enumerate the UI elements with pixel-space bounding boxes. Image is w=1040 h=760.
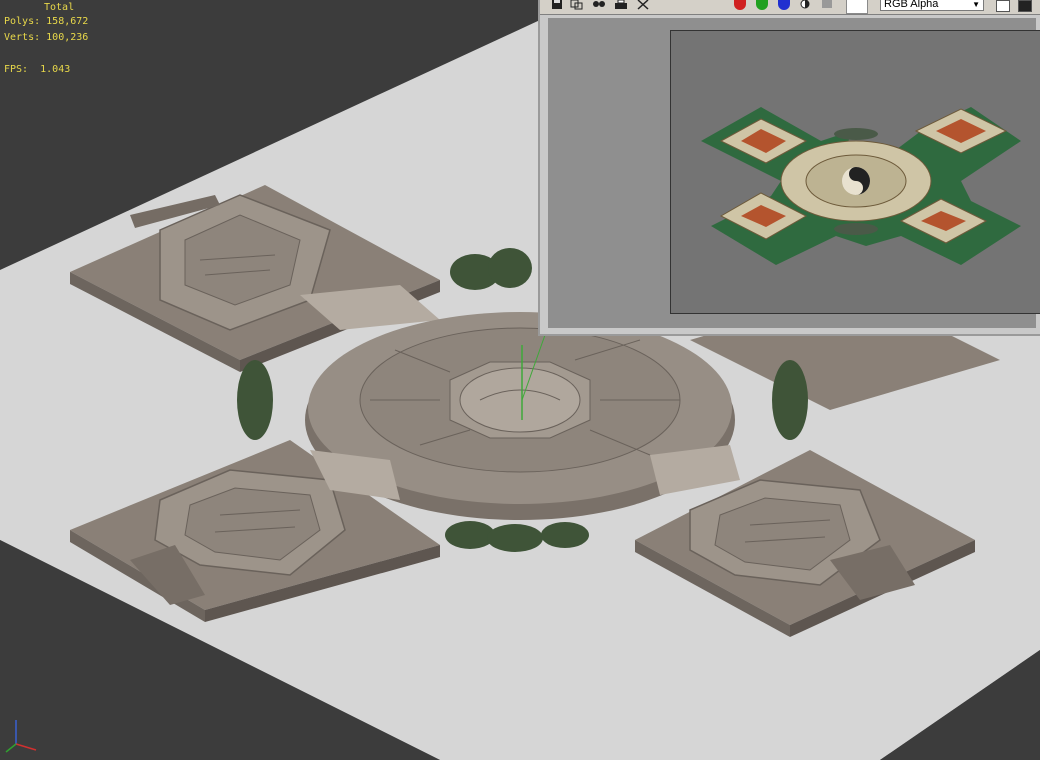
display-toggle-white[interactable] xyxy=(996,0,1010,12)
polys-value: 158,672 xyxy=(46,16,89,27)
render-frame xyxy=(670,30,1040,314)
verts-value: 100,236 xyxy=(46,32,89,43)
clear-icon[interactable] xyxy=(636,0,650,10)
fps-label: FPS: xyxy=(4,64,29,75)
stats-fps: FPS: 1.043 xyxy=(4,62,70,78)
stats-polys: Polys: 158,672 xyxy=(4,14,88,30)
verts-label: Verts: xyxy=(4,32,41,43)
channel-select[interactable]: RGB Alpha ▼ xyxy=(880,0,984,11)
alpha-channel-icon[interactable] xyxy=(798,0,812,10)
blue-channel-button[interactable] xyxy=(778,0,790,10)
display-toggle-dark[interactable] xyxy=(1018,0,1032,12)
chevron-down-icon: ▼ xyxy=(972,0,980,9)
clone-icon[interactable] xyxy=(570,0,584,10)
axis-gizmo-icon xyxy=(5,720,37,753)
rendered-image xyxy=(671,31,1040,313)
green-channel-button[interactable] xyxy=(756,0,768,10)
save-icon[interactable] xyxy=(550,0,564,10)
rendered-frame-window[interactable]: RGB Alpha ▼ xyxy=(538,0,1040,336)
red-channel-button[interactable] xyxy=(734,0,746,10)
mono-channel-icon[interactable] xyxy=(822,0,832,8)
channel-select-value: RGB Alpha xyxy=(884,0,939,10)
print-icon[interactable] xyxy=(614,0,628,10)
copy-icon[interactable] xyxy=(592,0,606,10)
render-toolbar: RGB Alpha ▼ xyxy=(540,0,1040,15)
polys-label: Polys: xyxy=(4,16,41,27)
color-swatch[interactable] xyxy=(846,0,868,14)
stats-verts: Verts: 100,236 xyxy=(4,30,88,46)
fps-value: 1.043 xyxy=(40,64,71,75)
render-canvas-area xyxy=(548,18,1040,328)
